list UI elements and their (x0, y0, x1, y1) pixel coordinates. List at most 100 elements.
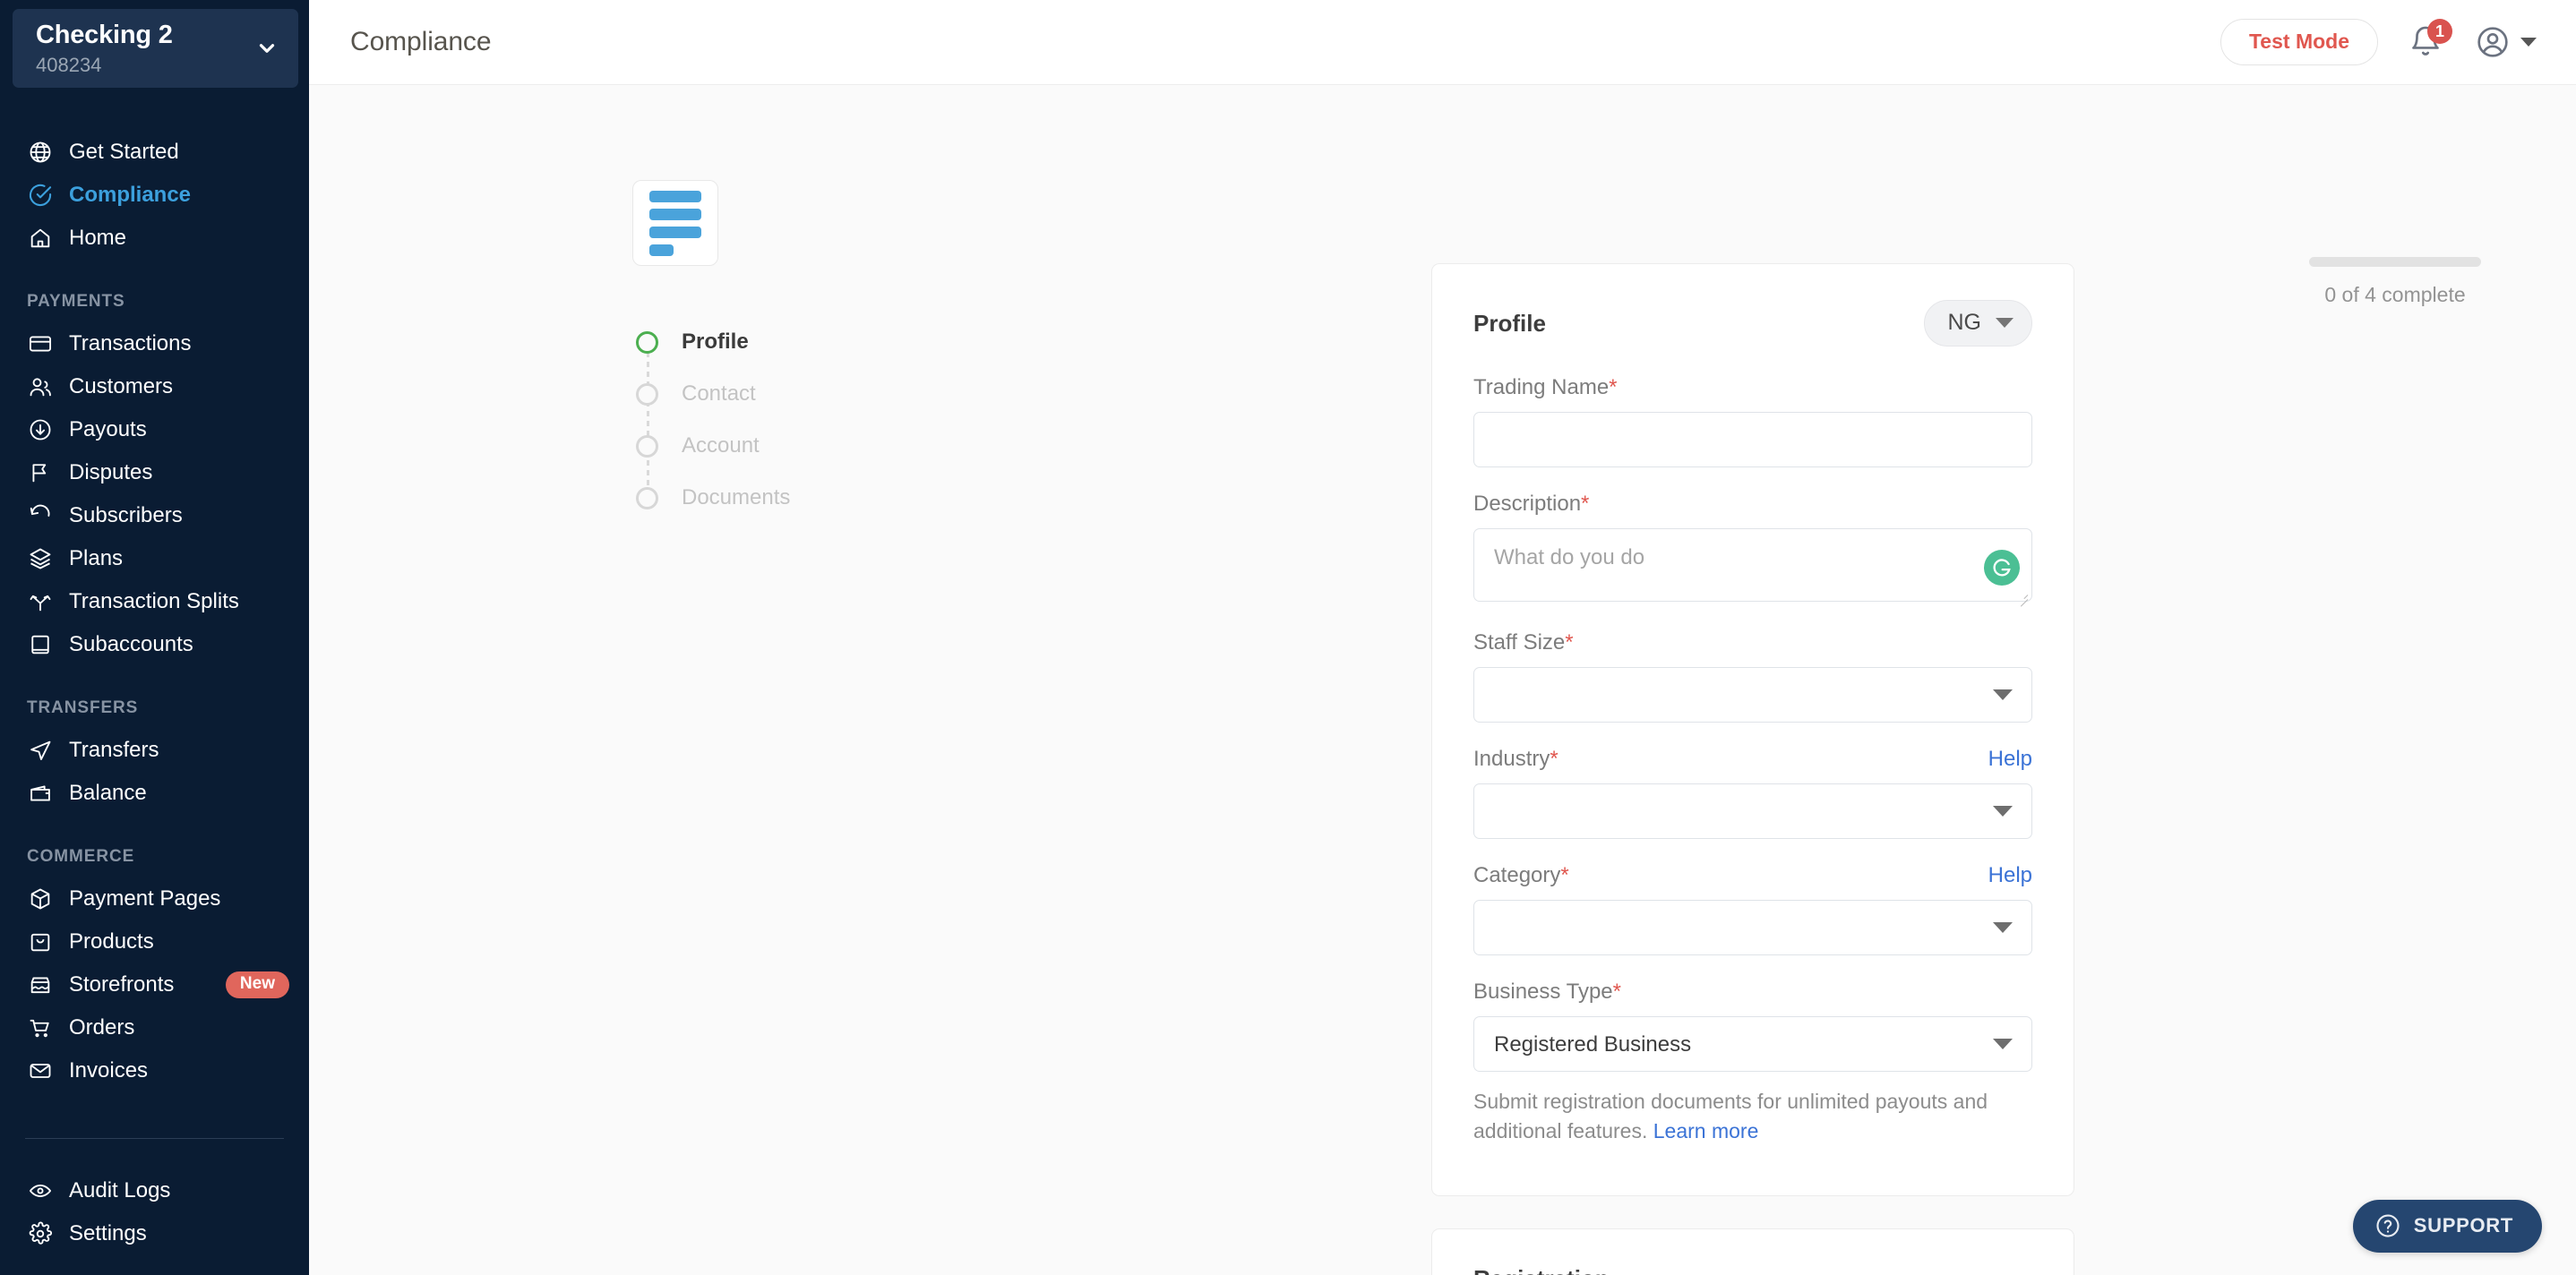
field-trading-name: Trading Name* (1473, 375, 2032, 467)
topbar-actions: Test Mode 1 (2220, 19, 2537, 65)
step-documents[interactable]: Documents (632, 472, 1044, 524)
sidebar-item-customers[interactable]: Customers (0, 365, 309, 408)
trading-name-input[interactable] (1473, 412, 2032, 467)
country-selector[interactable]: NG (1923, 300, 2032, 347)
business-type-helper-text: Submit registration documents for unlimi… (1473, 1087, 2032, 1147)
category-help-link[interactable]: Help (1988, 863, 2032, 888)
registration-card: Registration (1431, 1228, 2074, 1275)
test-mode-button[interactable]: Test Mode (2220, 19, 2378, 65)
sidebar-top-group: Get Started Compliance Home (0, 131, 309, 260)
send-icon (27, 737, 54, 764)
business-type-select[interactable]: Registered Business (1473, 1016, 2032, 1072)
sidebar-item-label: Customers (69, 374, 174, 398)
sidebar-item-transaction-splits[interactable]: Transaction Splits (0, 580, 309, 623)
grammarly-icon[interactable] (1984, 549, 2020, 586)
step-account[interactable]: Account (632, 420, 1044, 472)
layers-icon (27, 545, 54, 572)
caret-down-icon (1996, 318, 2014, 328)
sidebar-item-label: Get Started (69, 140, 179, 164)
stepper: Profile Contact Account Documents (632, 316, 1044, 524)
sidebar-item-transactions[interactable]: Transactions (0, 322, 309, 365)
sidebar-item-label: Storefronts (69, 972, 175, 997)
required-marker: * (1565, 630, 1574, 655)
sidebar-item-transfers[interactable]: Transfers (0, 729, 309, 772)
required-marker: * (1609, 375, 1618, 399)
sidebar-item-label: Plans (69, 546, 124, 570)
sidebar-item-label: Settings (69, 1221, 147, 1245)
stepper-connector (647, 342, 649, 498)
industry-help-link[interactable]: Help (1988, 747, 2032, 772)
split-arrows-icon (27, 588, 54, 615)
step-label: Documents (682, 485, 791, 509)
support-button[interactable]: SUPPORT (2352, 1200, 2542, 1253)
sidebar-item-label: Transactions (69, 331, 192, 355)
arrow-down-circle-icon (27, 416, 54, 443)
industry-select[interactable] (1473, 783, 2032, 839)
business-logo-placeholder (632, 180, 718, 266)
sidebar-item-label: Disputes (69, 460, 153, 484)
required-marker: * (1581, 492, 1590, 516)
business-type-wrapper: Registered Business (1473, 1016, 2032, 1072)
shopping-bag-icon (27, 928, 54, 955)
profile-card-header: Profile NG (1473, 300, 2032, 347)
sidebar-item-plans[interactable]: Plans (0, 537, 309, 580)
category-select[interactable] (1473, 900, 2032, 955)
profile-card: Profile NG Trading Name* Description* Wh… (1431, 263, 2074, 1196)
notifications-button[interactable]: 1 (2409, 19, 2452, 60)
sidebar-group-label-commerce: COMMERCE (27, 847, 135, 866)
description-textarea[interactable] (1473, 528, 2032, 602)
eye-icon (27, 1177, 54, 1204)
sidebar-item-invoices[interactable]: Invoices (0, 1049, 309, 1092)
step-dot-icon (636, 330, 658, 354)
category-wrapper (1473, 900, 2032, 955)
field-description: Description* (1473, 492, 2032, 607)
sidebar-group-label-payments: PAYMENTS (27, 292, 125, 311)
app-root: Checking 2 408234 Get Started Compliance… (0, 0, 2576, 1275)
sidebar-item-get-started[interactable]: Get Started (0, 131, 309, 174)
step-profile[interactable]: Profile (632, 316, 1044, 368)
chevron-down-icon (255, 37, 279, 60)
field-label-row: Trading Name* (1473, 375, 2032, 400)
user-circle-icon (2475, 24, 2511, 60)
book-icon (27, 631, 54, 658)
sidebar-item-payment-pages[interactable]: Payment Pages (0, 877, 309, 920)
account-switcher[interactable]: Checking 2 408234 (13, 9, 298, 88)
logo-bar (649, 244, 674, 256)
refresh-counterclockwise-icon (27, 502, 54, 529)
sidebar-item-balance[interactable]: Balance (0, 772, 309, 815)
industry-wrapper (1473, 783, 2032, 839)
account-name: Checking 2 (36, 21, 173, 50)
flag-icon (27, 459, 54, 486)
sidebar-item-compliance[interactable]: Compliance (0, 174, 309, 217)
step-contact[interactable]: Contact (632, 368, 1044, 420)
check-circle-icon (27, 182, 54, 209)
credit-card-icon (27, 330, 54, 357)
sidebar-item-payouts[interactable]: Payouts (0, 408, 309, 451)
notification-count-badge: 1 (2427, 19, 2452, 44)
logo-bar (649, 226, 701, 238)
sidebar-item-subscribers[interactable]: Subscribers (0, 494, 309, 537)
user-menu-button[interactable] (2475, 24, 2537, 60)
staff-size-select[interactable] (1473, 667, 2032, 723)
field-label-row: Staff Size* (1473, 630, 2032, 655)
sidebar-item-label: Home (69, 226, 127, 250)
sidebar-group-label-transfers: TRANSFERS (27, 698, 139, 717)
sidebar-item-storefronts[interactable]: Storefronts New (0, 963, 309, 1006)
sidebar-item-products[interactable]: Products (0, 920, 309, 963)
sidebar-item-settings[interactable]: Settings (0, 1212, 309, 1255)
field-label: Description* (1473, 492, 1590, 516)
progress-bar (2309, 257, 2481, 267)
sidebar-item-orders[interactable]: Orders (0, 1006, 309, 1049)
logo-bar (649, 208, 701, 220)
sidebar-item-label: Invoices (69, 1058, 149, 1082)
sidebar-item-disputes[interactable]: Disputes (0, 451, 309, 494)
status-badge-new: New (225, 971, 289, 998)
learn-more-link[interactable]: Learn more (1653, 1119, 1759, 1142)
sidebar-item-subaccounts[interactable]: Subaccounts (0, 623, 309, 666)
sidebar-item-home[interactable]: Home (0, 217, 309, 260)
sidebar-item-label: Audit Logs (69, 1178, 171, 1202)
field-label-row: Industry* Help (1473, 747, 2032, 772)
wallet-icon (27, 780, 54, 807)
sidebar-item-audit-logs[interactable]: Audit Logs (0, 1169, 309, 1212)
topbar: Compliance Test Mode 1 (309, 0, 2576, 85)
